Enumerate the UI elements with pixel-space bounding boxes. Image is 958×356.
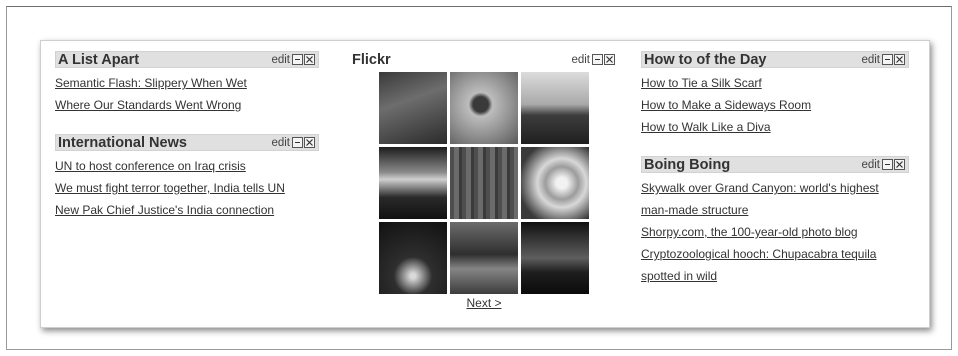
widget-title: International News <box>58 134 187 151</box>
widget-a-list-apart: A List Apart edit Semantic Flash: Slippe… <box>55 51 319 116</box>
widget-header[interactable]: Boing Boing edit <box>641 156 909 173</box>
headline-link[interactable]: New Pak Chief Justice's India connection <box>55 203 274 217</box>
headline-link[interactable]: Semantic Flash: Slippery When Wet <box>55 76 247 90</box>
widget-header[interactable]: International News edit <box>55 134 319 151</box>
photo-thumbnail[interactable] <box>521 72 589 144</box>
list-item: Skywalk over Grand Canyon: world's highe… <box>641 177 909 221</box>
photo-thumbnail[interactable] <box>379 72 447 144</box>
headline-link[interactable]: Cryptozoological hooch: Chupacabra tequi… <box>641 247 876 283</box>
pagination: Next > <box>349 296 619 310</box>
widget-controls: edit <box>571 54 615 66</box>
headline-link[interactable]: Where Our Standards Went Wrong <box>55 98 241 112</box>
photo-thumbnail[interactable] <box>379 222 447 294</box>
widget-header[interactable]: How to of the Day edit <box>641 51 909 68</box>
list-item: Cryptozoological hooch: Chupacabra tequi… <box>641 243 909 287</box>
list-item: Where Our Standards Went Wrong <box>55 94 319 116</box>
widget-header[interactable]: Flickr edit <box>349 51 619 68</box>
widget-how-to-of-the-day: How to of the Day edit How to Tie a Silk… <box>641 51 909 138</box>
middle-column: Flickr edit Next > <box>349 51 619 328</box>
close-icon[interactable] <box>304 137 315 148</box>
widget-controls: edit <box>271 54 315 66</box>
headline-link[interactable]: How to Walk Like a Diva <box>641 120 771 134</box>
widget-controls: edit <box>861 54 905 66</box>
headline-link[interactable]: UN to host conference on Iraq crisis <box>55 159 246 173</box>
headline-list: Semantic Flash: Slippery When Wet Where … <box>55 68 319 116</box>
headline-link[interactable]: Skywalk over Grand Canyon: world's highe… <box>641 181 879 217</box>
list-item: New Pak Chief Justice's India connection <box>55 199 319 221</box>
widget-header[interactable]: A List Apart edit <box>55 51 319 68</box>
list-item: Shorpy.com, the 100-year-old photo blog <box>641 221 909 243</box>
list-item: We must fight terror together, India tel… <box>55 177 319 199</box>
minimize-icon[interactable] <box>882 54 893 65</box>
next-link[interactable]: Next > <box>466 296 501 310</box>
widget-controls: edit <box>861 159 905 171</box>
edit-link[interactable]: edit <box>861 54 880 66</box>
minimize-icon[interactable] <box>592 54 603 65</box>
widget-flickr: Flickr edit Next > <box>349 51 619 310</box>
edit-link[interactable]: edit <box>571 54 590 66</box>
list-item: How to Tie a Silk Scarf <box>641 72 909 94</box>
headline-link[interactable]: How to Make a Sideways Room <box>641 98 811 112</box>
photo-thumbnail[interactable] <box>450 147 518 219</box>
close-icon[interactable] <box>894 54 905 65</box>
photo-thumbnail[interactable] <box>450 222 518 294</box>
widget-dashboard: A List Apart edit Semantic Flash: Slippe… <box>40 40 930 328</box>
edit-link[interactable]: edit <box>271 54 290 66</box>
close-icon[interactable] <box>304 54 315 65</box>
list-item: How to Make a Sideways Room <box>641 94 909 116</box>
photo-thumbnail[interactable] <box>521 222 589 294</box>
left-column: A List Apart edit Semantic Flash: Slippe… <box>55 51 319 239</box>
list-item: Semantic Flash: Slippery When Wet <box>55 72 319 94</box>
headline-list: How to Tie a Silk Scarf How to Make a Si… <box>641 68 909 138</box>
photo-thumbnail[interactable] <box>379 147 447 219</box>
headline-list: Skywalk over Grand Canyon: world's highe… <box>641 173 909 287</box>
headline-link[interactable]: Shorpy.com, the 100-year-old photo blog <box>641 225 858 239</box>
close-icon[interactable] <box>604 54 615 65</box>
list-item: How to Walk Like a Diva <box>641 116 909 138</box>
minimize-icon[interactable] <box>882 159 893 170</box>
close-icon[interactable] <box>894 159 905 170</box>
widget-international-news: International News edit UN to host confe… <box>55 134 319 221</box>
widget-title: Flickr <box>352 51 391 68</box>
widget-boing-boing: Boing Boing edit Skywalk over Grand Cany… <box>641 156 909 287</box>
photo-grid <box>379 72 589 294</box>
headline-link[interactable]: We must fight terror together, India tel… <box>55 181 285 195</box>
list-item: UN to host conference on Iraq crisis <box>55 155 319 177</box>
edit-link[interactable]: edit <box>271 137 290 149</box>
edit-link[interactable]: edit <box>861 159 880 171</box>
minimize-icon[interactable] <box>292 54 303 65</box>
widget-title: A List Apart <box>58 51 140 68</box>
headline-list: UN to host conference on Iraq crisis We … <box>55 151 319 221</box>
widget-title: Boing Boing <box>644 156 731 173</box>
headline-link[interactable]: How to Tie a Silk Scarf <box>641 76 762 90</box>
right-column: How to of the Day edit How to Tie a Silk… <box>641 51 909 305</box>
photo-thumbnail[interactable] <box>521 147 589 219</box>
widget-title: How to of the Day <box>644 51 767 68</box>
photo-thumbnail[interactable] <box>450 72 518 144</box>
minimize-icon[interactable] <box>292 137 303 148</box>
widget-controls: edit <box>271 137 315 149</box>
